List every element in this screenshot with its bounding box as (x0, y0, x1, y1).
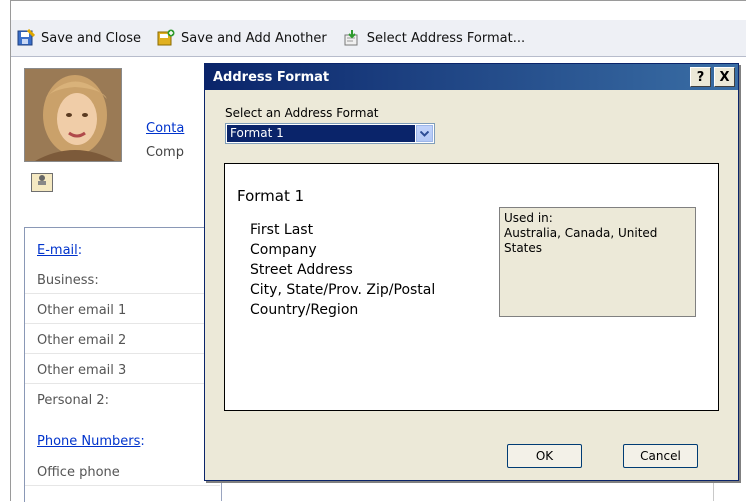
personal-2-label: Personal 2: (37, 393, 110, 408)
toolbar: Save and Close Save and Add Another Sele… (11, 20, 746, 57)
divider (25, 293, 220, 294)
preview-line: Country/Region (250, 302, 359, 318)
email-colon: : (77, 243, 83, 258)
chevron-down-icon (420, 130, 429, 137)
help-button[interactable]: ? (690, 67, 711, 87)
phone-section-heading: Phone Numbers: (37, 434, 145, 449)
dialog-titlebar[interactable]: Address Format ? X (205, 64, 738, 90)
address-format-icon (344, 30, 358, 46)
divider (25, 353, 220, 354)
business-email-label: Business: (37, 273, 99, 288)
preview-title: Format 1 (237, 187, 305, 205)
dialog-title: Address Format (213, 69, 330, 85)
phone-numbers-link[interactable]: Phone Numbers (37, 434, 140, 449)
used-in-label: Used in: (504, 211, 553, 225)
office-phone-label: Office phone (37, 465, 120, 480)
save-and-close-button[interactable]: Save and Close (17, 24, 141, 52)
address-format-dropdown[interactable]: Format 1 (225, 123, 435, 144)
address-format-dialog: Address Format ? X Select an Address For… (204, 63, 739, 481)
divider (25, 383, 220, 384)
save-add-icon (157, 29, 175, 46)
selected-format-value: Format 1 (227, 125, 415, 142)
other-email-1-label: Other email 1 (37, 303, 127, 318)
contact-name-link[interactable]: Conta (146, 121, 184, 136)
select-format-label: Select an Address Format (225, 106, 379, 120)
save-and-add-another-button[interactable]: Save and Add Another (157, 24, 327, 52)
save-and-close-label: Save and Close (41, 30, 142, 46)
help-icon: ? (696, 69, 705, 85)
phone-colon: : (140, 434, 145, 449)
divider (25, 485, 220, 486)
preview-line: Company (250, 242, 317, 258)
used-in-value: Australia, Canada, United States (504, 226, 658, 255)
other-email-2-label: Other email 2 (37, 333, 127, 348)
save-close-icon (17, 29, 35, 46)
cancel-button[interactable]: Cancel (623, 444, 698, 468)
select-address-format-button[interactable]: Select Address Format... (343, 24, 525, 52)
company-label: Comp (146, 145, 184, 160)
preview-line: Street Address (250, 262, 353, 278)
photo-icon (38, 175, 46, 185)
close-button[interactable]: X (714, 67, 735, 87)
preview-line: City, State/Prov. Zip/Postal (250, 282, 436, 298)
save-and-add-label: Save and Add Another (181, 30, 327, 46)
change-photo-button[interactable] (31, 173, 53, 192)
email-link[interactable]: E-mail (37, 243, 78, 258)
ok-button[interactable]: OK (507, 444, 582, 468)
select-address-format-label: Select Address Format... (366, 30, 526, 46)
preview-lines: First Last Company Street Address City, … (250, 220, 435, 320)
dropdown-arrow[interactable] (416, 125, 433, 142)
used-in-box: Used in: Australia, Canada, United State… (499, 207, 696, 317)
format-preview: Format 1 First Last Company Street Addre… (224, 163, 719, 411)
other-email-3-label: Other email 3 (37, 363, 127, 378)
divider (25, 323, 220, 324)
contact-photo[interactable] (24, 68, 122, 162)
close-icon: X (719, 69, 730, 85)
preview-line: First Last (250, 222, 314, 238)
email-section-heading: E-mail: (37, 243, 82, 258)
